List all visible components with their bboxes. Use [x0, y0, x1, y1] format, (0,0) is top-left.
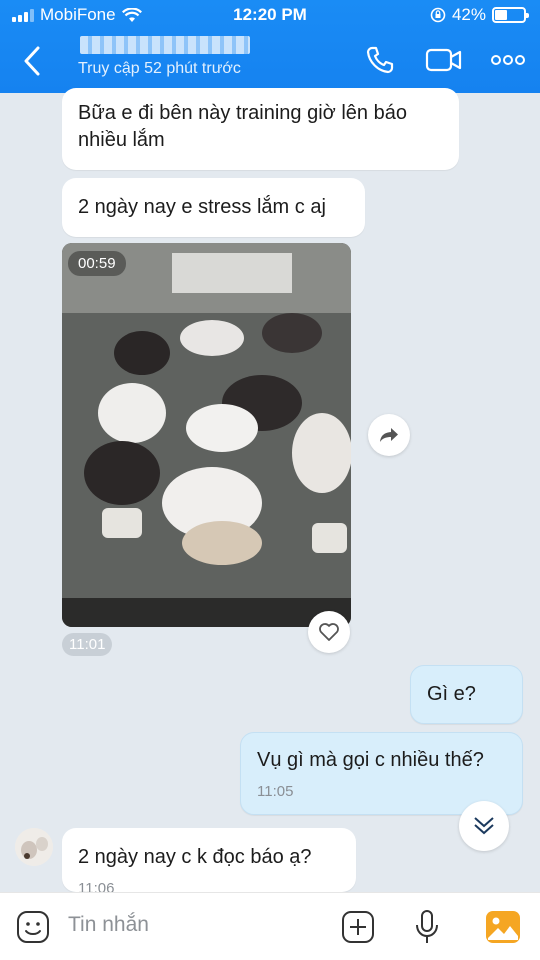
sticker-icon[interactable] [14, 908, 52, 946]
battery-percent: 42% [451, 5, 486, 24]
message-text: 2 ngày nay e stress lắm c aj [78, 196, 326, 218]
message-time: 11:05 [257, 783, 294, 800]
phone-icon[interactable] [360, 42, 400, 78]
message-bubble[interactable]: Bữa e đi bên này training giờ lên báo nh… [62, 88, 459, 170]
avatar[interactable] [15, 828, 53, 866]
orientation-lock-icon [430, 7, 446, 23]
video-message[interactable]: 00:59 [62, 243, 351, 627]
battery-fill [495, 10, 507, 20]
microphone-icon[interactable] [408, 908, 446, 946]
chevron-down-icon [474, 817, 494, 835]
contact-name-redacted [80, 36, 250, 54]
image-icon[interactable] [484, 908, 522, 946]
video-call-icon[interactable] [424, 42, 464, 78]
share-icon[interactable] [368, 414, 410, 456]
status-bar: MobiFone 12:20 PM 42% [0, 0, 540, 30]
video-thumbnail [62, 243, 351, 627]
message-text: 2 ngày nay c k đọc báo ạ? [78, 846, 312, 868]
plus-icon[interactable] [339, 908, 377, 946]
more-icon[interactable] [488, 42, 528, 78]
message-bubble[interactable]: 2 ngày nay c k đọc báo ạ? 11:06 [62, 828, 356, 892]
message-bubble[interactable]: 2 ngày nay e stress lắm c aj [62, 178, 365, 237]
back-icon[interactable] [18, 44, 48, 78]
battery-icon [492, 7, 529, 23]
video-duration: 00:59 [68, 251, 126, 276]
message-time: 11:06 [78, 880, 115, 892]
contact-info[interactable]: Truy cập 52 phút trước [78, 36, 250, 78]
chat-header: MobiFone 12:20 PM 42% Truy cập 52 phút t… [0, 0, 540, 93]
message-time: 11:01 [62, 633, 113, 656]
contact-status: Truy cập 52 phút trước [78, 60, 241, 77]
message-text: Gì e? [427, 683, 476, 705]
message-composer: Tin nhắn [0, 892, 540, 960]
message-text: Vụ gì mà gọi c nhiều thế? [257, 749, 484, 771]
my-message-bubble[interactable]: Gì e? [410, 665, 523, 724]
scroll-down-button[interactable] [459, 801, 509, 851]
nav-bar: Truy cập 52 phút trước [0, 32, 540, 90]
message-input[interactable]: Tin nhắn [68, 913, 149, 937]
message-text: Bữa e đi bên này training giờ lên báo nh… [78, 102, 407, 151]
heart-icon[interactable] [308, 611, 350, 653]
